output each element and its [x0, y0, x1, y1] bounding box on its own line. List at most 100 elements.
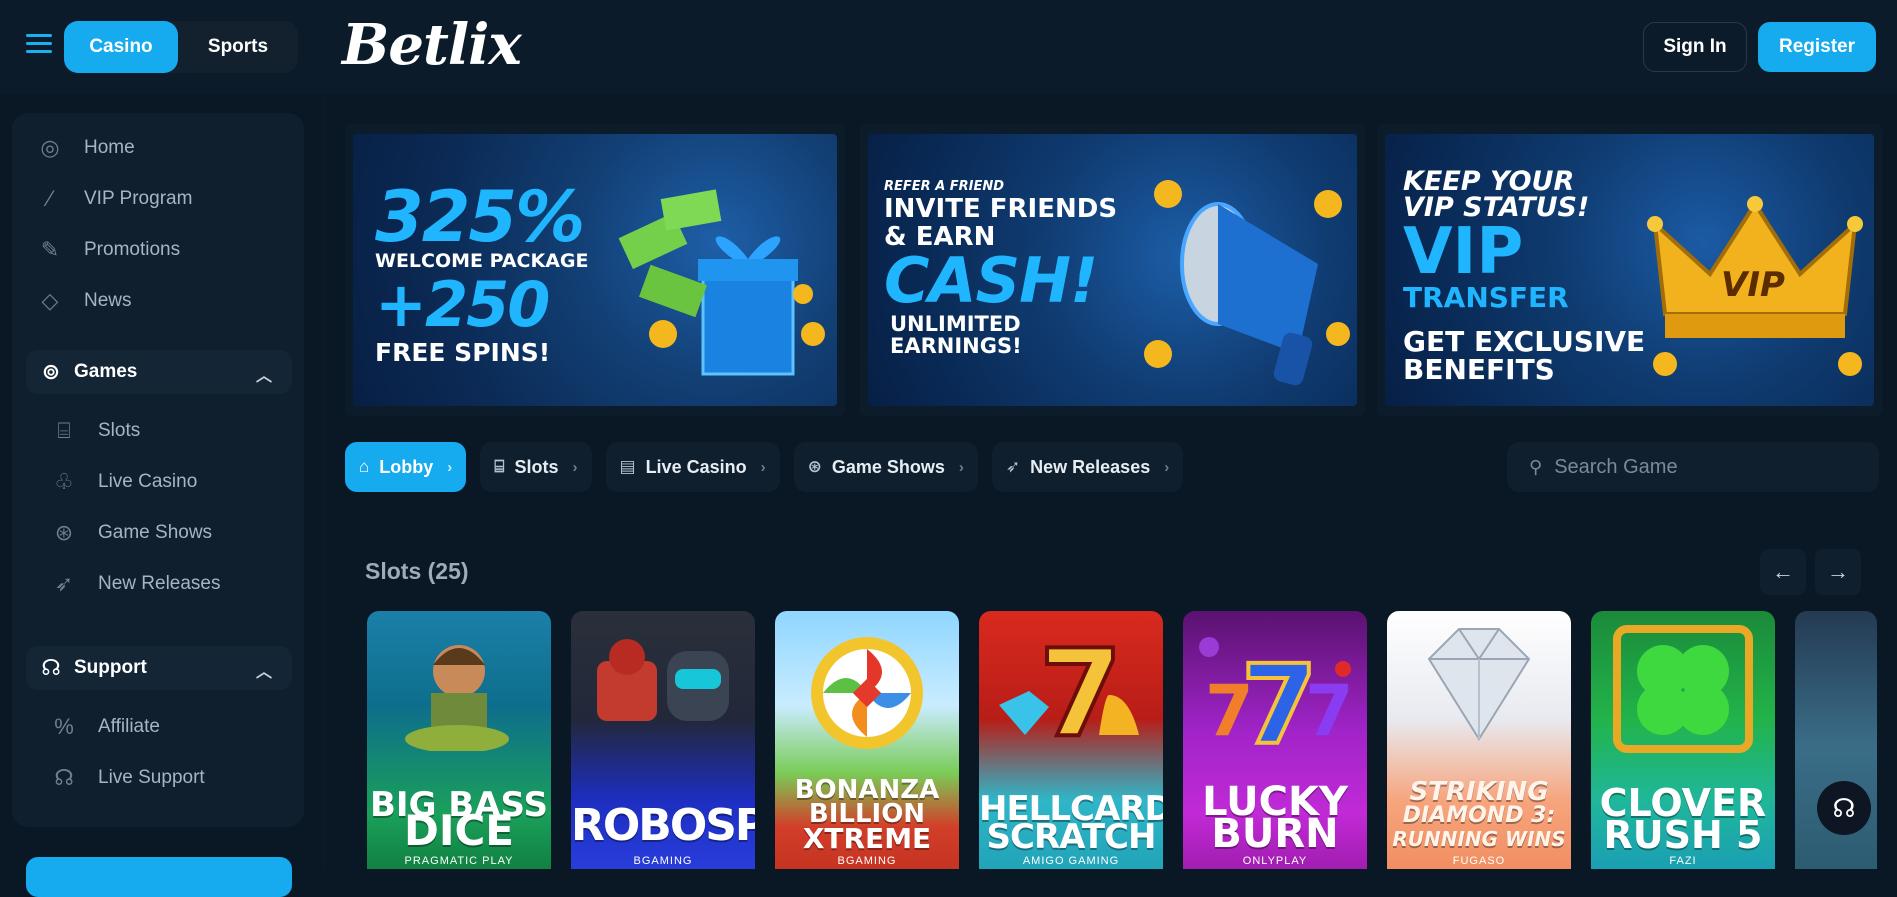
- sidebar-item-live-support[interactable]: ☊ Live Support: [50, 758, 204, 798]
- support-section-header[interactable]: ☊ Support ︿: [26, 646, 292, 690]
- live-support-bubble[interactable]: ☊: [1817, 781, 1871, 835]
- game-card-robospin[interactable]: ROBOSPIN BGAMING: [571, 611, 755, 869]
- banner-subline: EARNINGS!: [890, 334, 1022, 358]
- sidebar-item-vip-program[interactable]: ⁄ VIP Program: [36, 179, 192, 219]
- cherries-icon: ♧: [54, 469, 74, 494]
- game-card-big-bass-dice[interactable]: BIG BASS DICE PRAGMATIC PLAY: [367, 611, 551, 869]
- sign-in-button[interactable]: Sign In: [1643, 22, 1747, 72]
- next-arrow-button[interactable]: →: [1815, 549, 1861, 595]
- triple-seven-illustration: 7 7 7: [1199, 637, 1354, 755]
- game-title: BURN: [1211, 811, 1339, 857]
- tab-new-releases[interactable]: ➶ New Releases ›: [991, 442, 1184, 492]
- menu-icon[interactable]: [26, 34, 52, 56]
- banner-subline: INVITE FRIENDS: [884, 194, 1118, 224]
- crown-illustration: VIP: [1647, 196, 1863, 376]
- sidebar-item-label: Promotions: [84, 239, 181, 260]
- promo-banner-refer[interactable]: REFER A FRIEND INVITE FRIENDS & EARN CAS…: [860, 124, 1365, 416]
- chevron-right-icon: ›: [958, 458, 964, 476]
- candy-flower-illustration: [811, 637, 923, 749]
- banner-subline: FREE SPINS!: [375, 338, 551, 367]
- sidebar-item-label: Live Casino: [98, 471, 198, 492]
- tab-label: Slots: [514, 456, 559, 477]
- game-provider: BGAMING: [837, 855, 897, 867]
- banner-subline: TRANSFER: [1403, 281, 1569, 314]
- chip-icon: ⊚: [41, 359, 61, 384]
- site-logo[interactable]: Betlix: [342, 12, 522, 78]
- sidebar-item-slots[interactable]: ⌸ Slots: [50, 411, 140, 451]
- banner-headline: VIP: [1403, 215, 1524, 289]
- home-icon: ⌂: [359, 457, 370, 476]
- megaphone-illustration: [1144, 180, 1350, 386]
- casino-mode-button[interactable]: Casino: [64, 21, 178, 73]
- chevron-right-icon: ›: [1164, 458, 1170, 476]
- prev-arrow-button[interactable]: ←: [1760, 549, 1806, 595]
- tab-game-shows[interactable]: ⊛ Game Shows ›: [793, 442, 978, 492]
- slot-machine-icon: ⌸: [494, 457, 505, 476]
- sidebar-item-label: Affiliate: [98, 716, 160, 737]
- chevron-up-icon: ︿: [255, 664, 272, 681]
- home-icon: ◎: [40, 135, 60, 160]
- cards-icon: ▤: [619, 457, 636, 476]
- sidebar-item-label: News: [84, 290, 132, 311]
- banner-kicker: REFER A FRIEND: [884, 179, 1005, 194]
- tab-lobby[interactable]: ⌂ Lobby ›: [345, 442, 467, 492]
- slots-carousel: BIG BASS DICE PRAGMATIC PLAY ROBOSPIN BG…: [367, 611, 1877, 869]
- diamond-icon: ◇: [41, 288, 59, 313]
- tab-slots[interactable]: ⌸ Slots ›: [480, 442, 592, 492]
- chevron-up-icon: ︿: [255, 368, 272, 385]
- game-provider: ONLYPLAY: [1242, 855, 1308, 867]
- tab-label: Game Shows: [831, 456, 945, 477]
- game-card-bonanza-billion-xtreme[interactable]: BONANZA BILLION XTREME BGAMING: [775, 611, 959, 869]
- promo-banner-vip[interactable]: KEEP YOUR VIP STATUS! VIP TRANSFER GET E…: [1377, 124, 1882, 416]
- search-input[interactable]: [1554, 455, 1855, 479]
- game-title: STRIKING: [1409, 777, 1549, 808]
- roulette-icon: ⊛: [807, 457, 822, 476]
- games-section-header[interactable]: ⊚ Games ︿: [26, 350, 292, 394]
- chevron-right-icon: ›: [447, 458, 453, 476]
- sidebar-item-new-releases[interactable]: ➶ New Releases: [50, 564, 221, 604]
- slot-machine-icon: ⌸: [57, 418, 71, 443]
- register-button[interactable]: Register: [1758, 22, 1876, 72]
- games-section-label: Games: [74, 361, 138, 382]
- sidebar-item-affiliate[interactable]: % Affiliate: [50, 707, 160, 747]
- rocket-icon: ➶: [1005, 457, 1021, 476]
- section-title: Slots (25): [365, 558, 469, 584]
- game-card-clover-rush-5[interactable]: CLOVER RUSH 5 FAZI: [1591, 611, 1775, 869]
- headset-icon: ☊: [1832, 792, 1856, 823]
- banner-subline: KEEP YOUR: [1403, 166, 1575, 197]
- sidebar-item-game-shows[interactable]: ⊛ Game Shows: [50, 513, 212, 553]
- casino-sports-toggle: Casino Sports: [64, 21, 298, 73]
- sidebar-item-home[interactable]: ◎ Home: [36, 128, 134, 168]
- game-card-lucky-burn[interactable]: 7 7 7 LUCKY BURN ONLYPLAY: [1183, 611, 1367, 869]
- sidebar-item-label: Slots: [98, 420, 141, 441]
- crown-label: VIP: [1721, 265, 1785, 305]
- game-provider: AMIGO GAMING: [1022, 855, 1120, 867]
- game-provider: BGAMING: [633, 855, 693, 867]
- game-card-striking-diamond-3[interactable]: STRIKING DIAMOND 3: RUNNING WINS FUGASO: [1387, 611, 1571, 869]
- sidebar-item-news[interactable]: ◇ News: [36, 281, 132, 321]
- sidebar-item-label: New Releases: [98, 573, 221, 594]
- sidebar-item-live-casino[interactable]: ♧ Live Casino: [50, 462, 197, 502]
- sidebar-cta-button[interactable]: [26, 857, 292, 897]
- game-card-hellcards-scratch[interactable]: 7 HELLCARDS SCRATCH AMIGO GAMING: [979, 611, 1163, 869]
- seven-bell-illustration: 7: [999, 625, 1139, 755]
- game-provider: FUGASO: [1452, 855, 1506, 867]
- promo-banner-welcome[interactable]: 325% WELCOME PACKAGE +250 FREE SPINS!: [345, 124, 845, 416]
- game-title: XTREME: [802, 822, 932, 856]
- robots-illustration: [597, 639, 729, 721]
- roulette-icon: ⊛: [54, 520, 74, 545]
- banner-headline: 325%: [375, 176, 585, 258]
- svg-text:7: 7: [1305, 670, 1354, 752]
- sidebar-item-promotions[interactable]: ✎ Promotions: [36, 230, 180, 270]
- support-section-label: Support: [74, 657, 147, 678]
- sports-mode-button[interactable]: Sports: [178, 21, 298, 73]
- game-provider: FAZI: [1669, 855, 1697, 867]
- magic-wand-icon: ⁄: [48, 186, 52, 211]
- divider: [322, 94, 325, 869]
- game-title: SCRATCH: [986, 816, 1157, 857]
- tab-live-casino[interactable]: ▤ Live Casino ›: [605, 442, 780, 492]
- top-bar: Casino Sports Betlix Sign In Register: [0, 0, 1897, 94]
- tab-label: Live Casino: [645, 456, 747, 477]
- banner-subline: BENEFITS: [1403, 353, 1555, 386]
- game-title: RUNNING WINS: [1392, 827, 1566, 851]
